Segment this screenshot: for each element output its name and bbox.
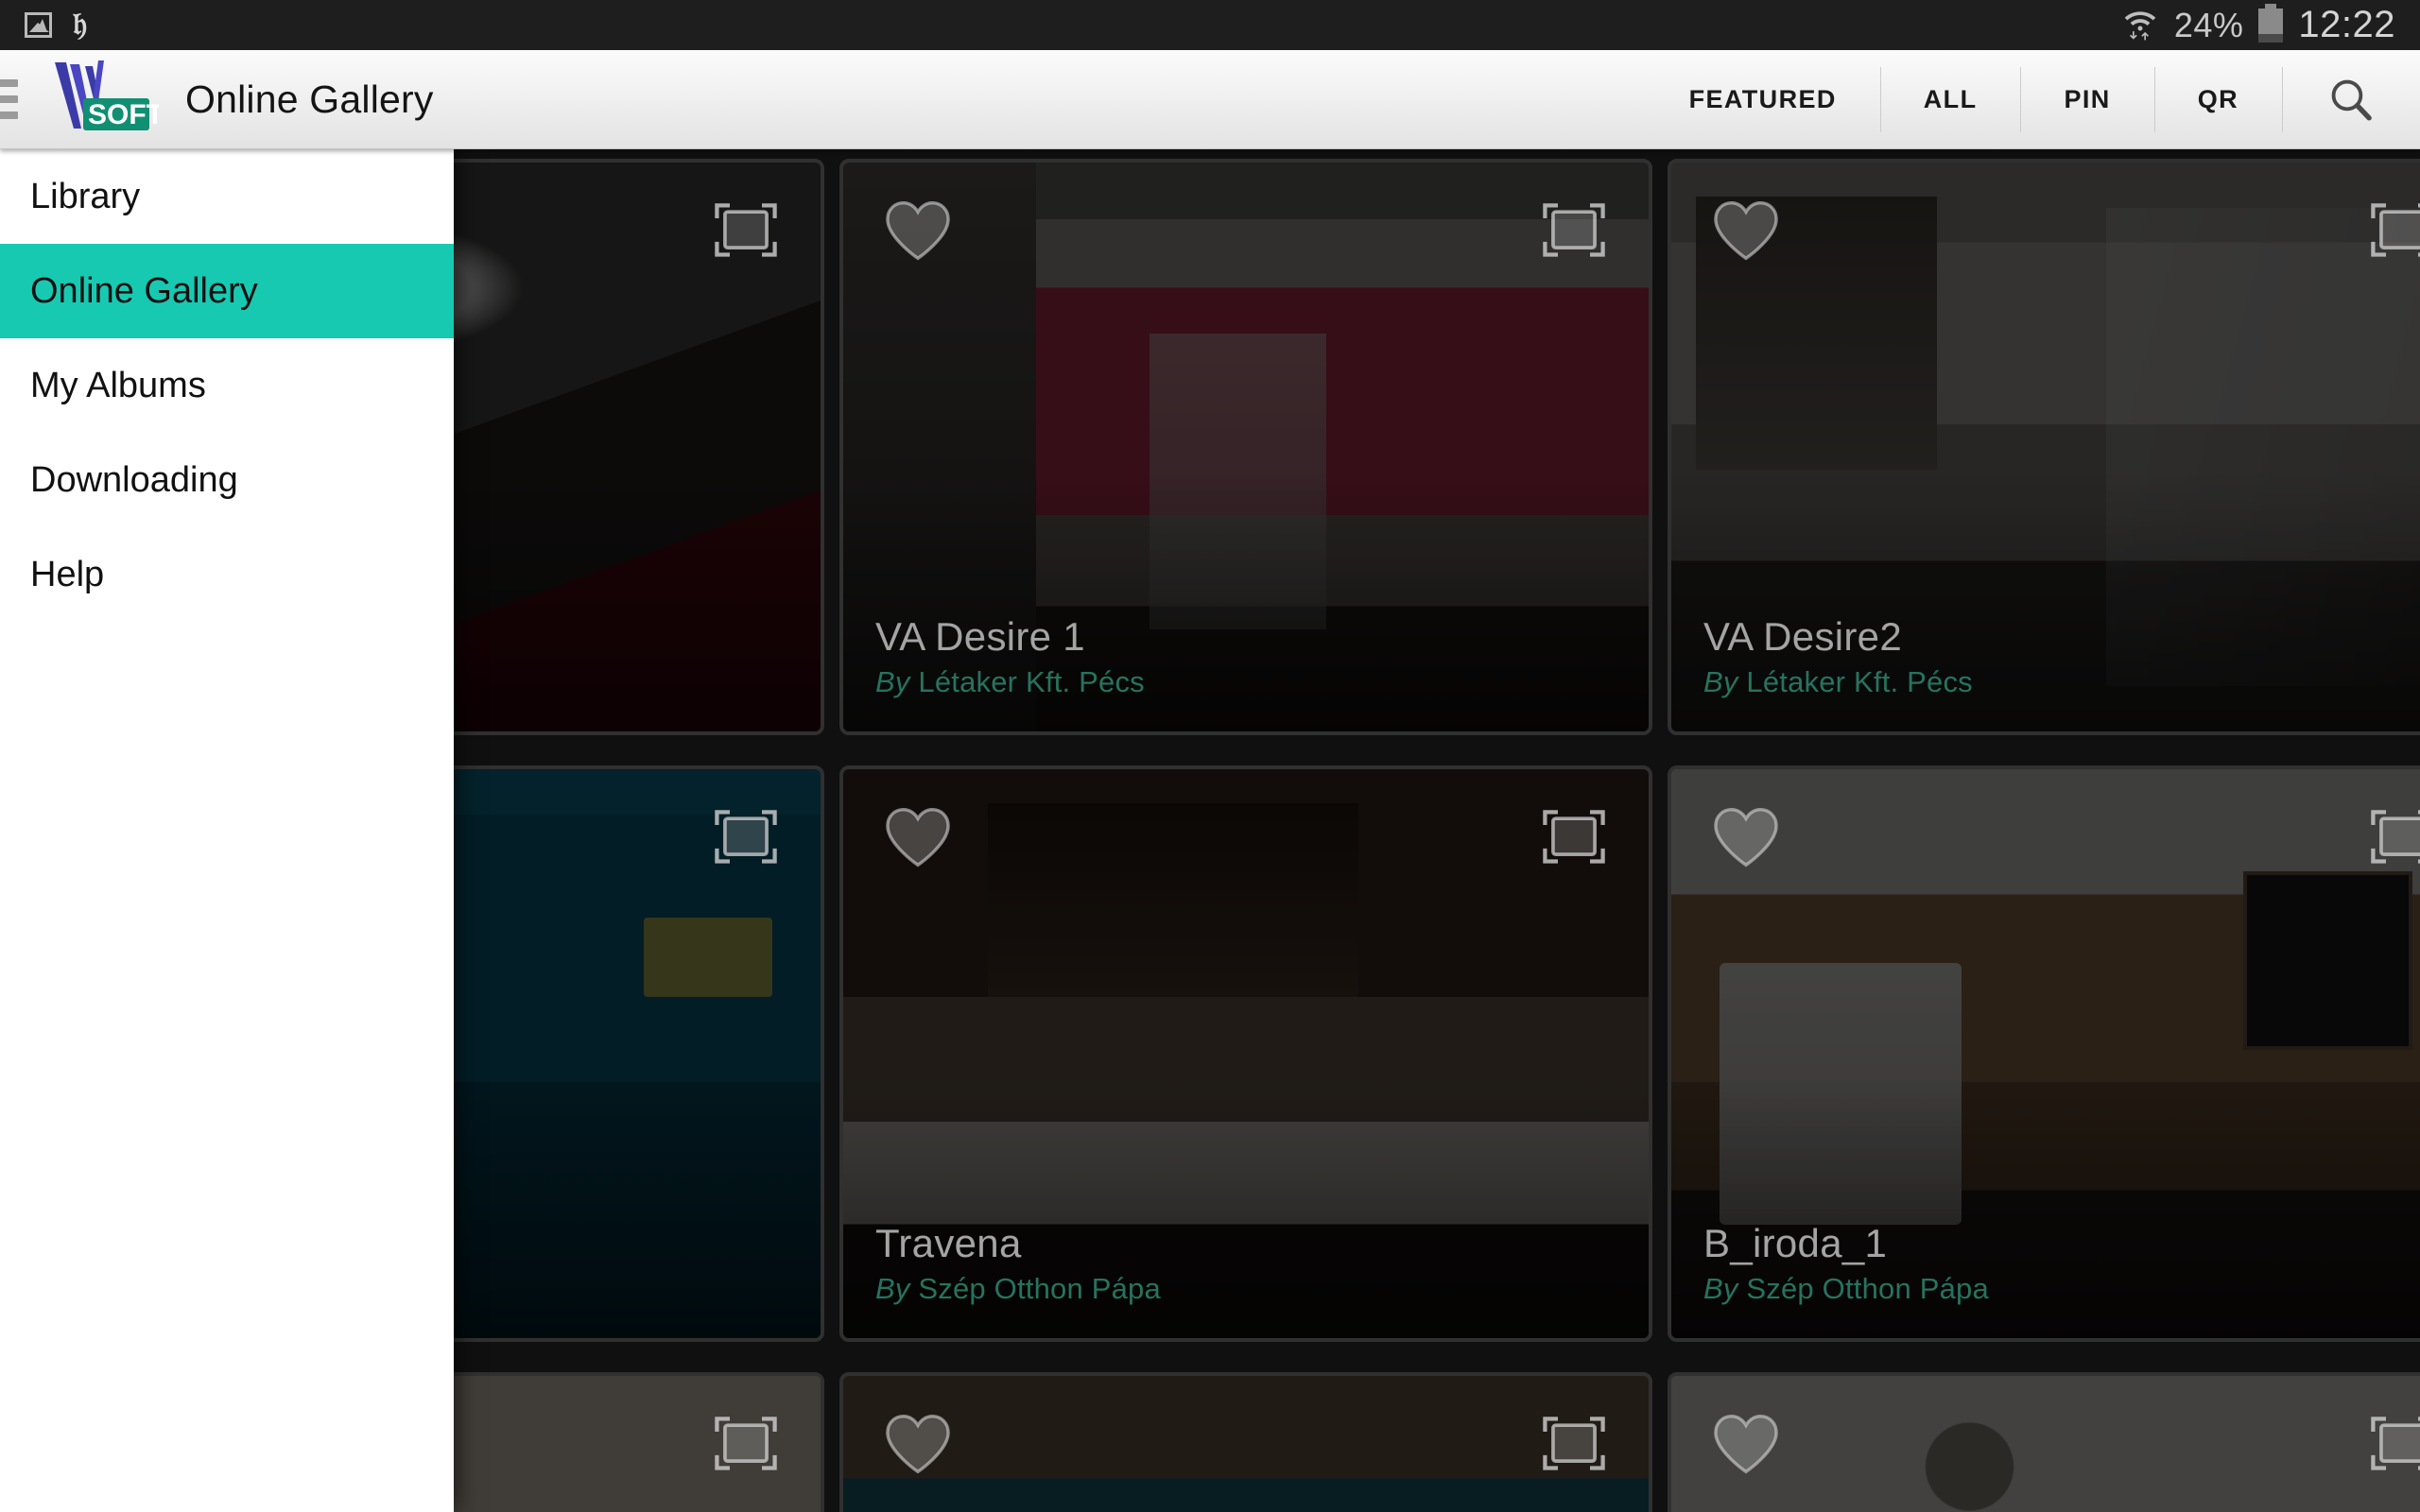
visoft-logo: SOFT [45,55,159,145]
nyt-icon: 𝔥 [73,8,88,42]
status-bar-system: 24% 12:22 [2121,3,2395,46]
wifi-icon [2121,4,2159,46]
navigation-drawer: Library Online Gallery My Albums Downloadin… [0,149,454,1512]
app-root: 𝔥 24% 12:22 SOFT Online Gallery FEATURED… [0,0,2420,1512]
drawer-item-library[interactable]: Library [0,149,454,244]
drawer-item-label: My Albums [30,365,206,405]
drawer-item-label: Library [30,176,141,216]
search-icon[interactable] [2282,50,2420,149]
drawer-item-label: Downloading [30,459,238,500]
drawer-item-label: Help [30,554,105,594]
tab-qr[interactable]: QR [2153,50,2282,149]
tab-all[interactable]: ALL [1879,50,2021,149]
app-bar: SOFT Online Gallery FEATURED ALL PIN QR [0,50,2420,149]
drawer-item-downloading[interactable]: Downloading [0,433,454,527]
hamburger-icon[interactable] [0,79,18,119]
battery-percent: 24% [2173,5,2244,44]
drawer-item-my-albums[interactable]: My Albums [0,338,454,433]
status-bar-notifications: 𝔥 [25,9,87,41]
photo-icon [25,12,52,38]
page-title: Online Gallery [185,77,434,121]
tab-pin[interactable]: PIN [2020,50,2153,149]
tab-featured[interactable]: FEATURED [1646,50,1880,149]
status-bar: 𝔥 24% 12:22 [0,0,2420,50]
drawer-item-help[interactable]: Help [0,527,454,622]
clock: 12:22 [2298,4,2395,45]
drawer-item-label: Online Gallery [30,270,258,311]
drawer-item-online-gallery[interactable]: Online Gallery [0,244,454,338]
battery-icon [2258,3,2284,43]
app-bar-actions: FEATURED ALL PIN QR [1646,50,2420,149]
svg-text:SOFT: SOFT [88,99,159,130]
